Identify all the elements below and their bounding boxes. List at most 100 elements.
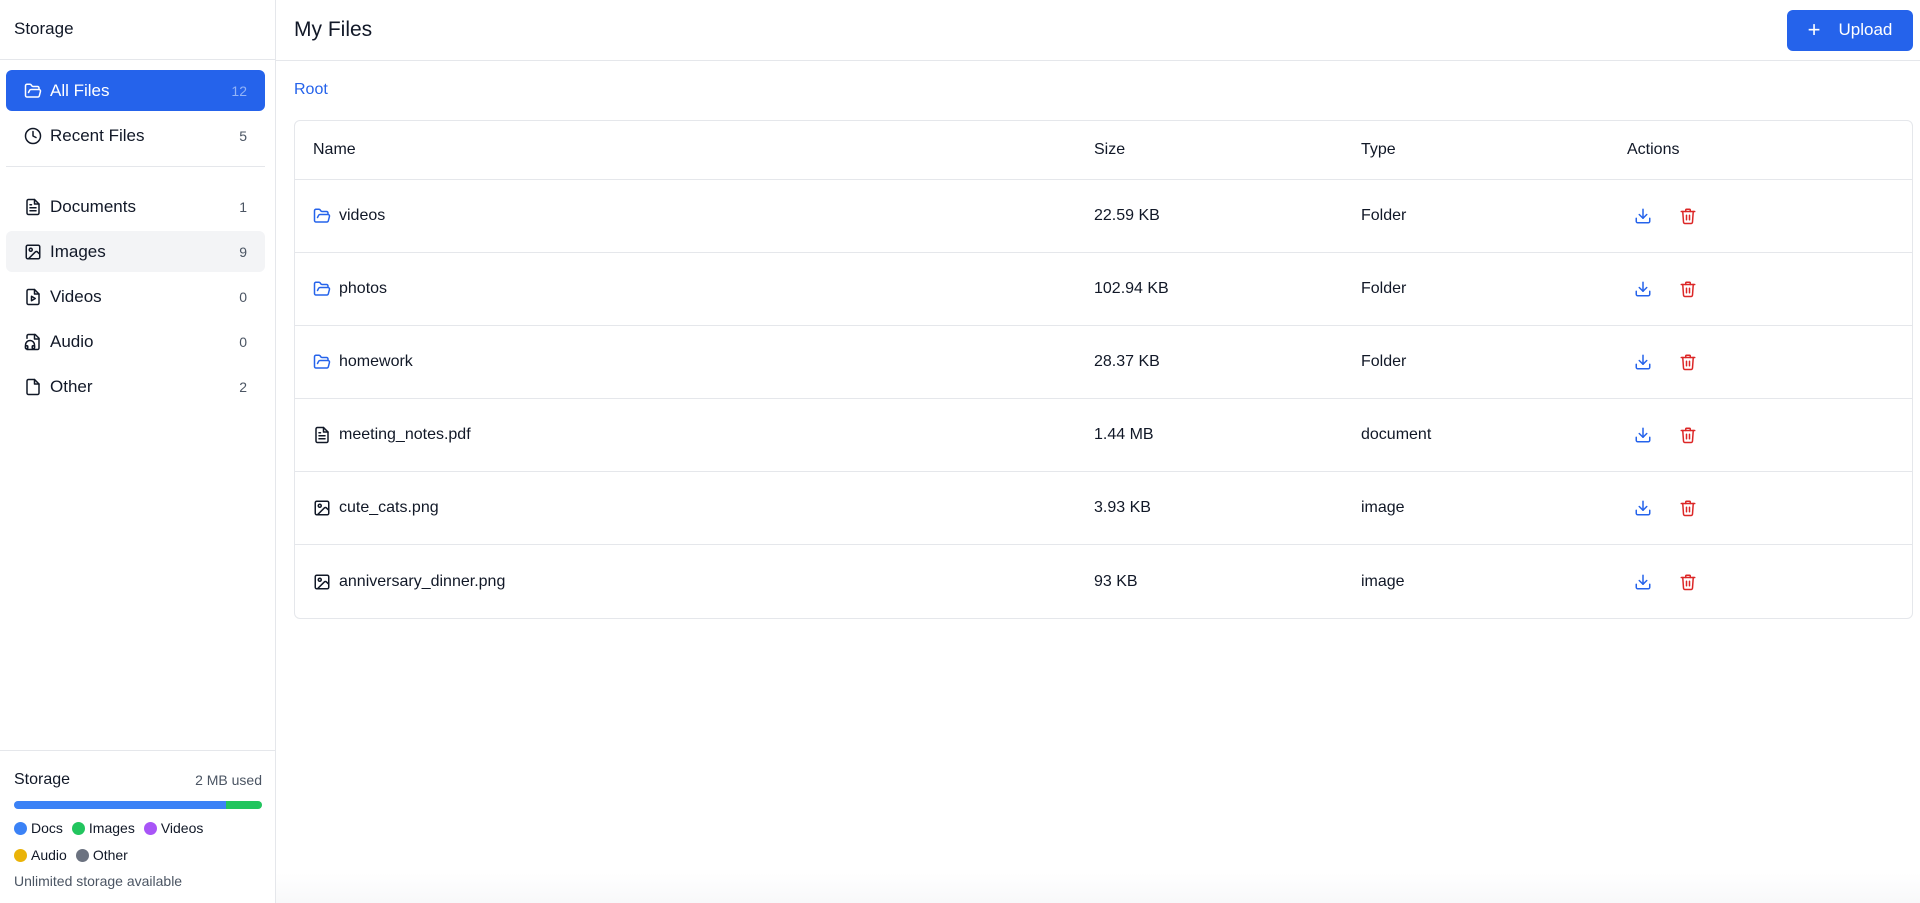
legend-dot (71, 821, 85, 835)
file-type: document (1361, 426, 1432, 443)
folder-icon (313, 353, 331, 371)
row-actions (1627, 497, 1912, 519)
sidebar-item-count: 12 (231, 82, 247, 99)
sidebar-item-recent-files[interactable]: Recent Files 5 (6, 115, 265, 156)
legend-audio: Audio (14, 845, 67, 865)
file-size: 22.59 KB (1094, 207, 1160, 224)
trash-icon[interactable] (1677, 205, 1699, 227)
upload-label: Upload (1838, 20, 1893, 39)
storage-bar-images (226, 801, 262, 809)
trash-icon[interactable] (1677, 351, 1699, 373)
file-name[interactable]: meeting_notes.pdf (339, 426, 471, 444)
row-actions (1627, 205, 1912, 227)
sidebar-item-documents[interactable]: Documents 1 (6, 186, 265, 227)
legend-docs: Docs (14, 818, 63, 838)
file-type: Folder (1361, 280, 1407, 297)
legend-videos: Videos (143, 818, 203, 838)
column-header-actions: Actions (1627, 141, 1680, 158)
storage-legend: Docs Images Videos Audio Other (14, 818, 244, 872)
sidebar-item-other[interactable]: Other 2 (6, 366, 265, 407)
sidebar-item-audio[interactable]: Audio 0 (6, 321, 265, 362)
file-name-cell: videos (295, 207, 1094, 225)
files-table: Name Size Type Actions videos 22.59 KB F… (294, 120, 1913, 619)
file-size: 93 KB (1094, 572, 1138, 590)
file-name[interactable]: anniversary_dinner.png (339, 573, 505, 591)
legend-label: Other (92, 847, 128, 863)
column-header-name: Name (313, 141, 356, 158)
breadcrumb-root-link[interactable]: Root (294, 81, 328, 98)
audio-file-icon (24, 333, 42, 351)
file-name-cell: cute_cats.png (295, 499, 1094, 517)
file-name[interactable]: homework (339, 353, 413, 371)
sidebar-item-count: 5 (239, 127, 247, 144)
main-content: My Files + Upload Root Name Size Type Ac… (276, 0, 1920, 903)
sidebar-nav: All Files 12 Recent Files 5 Documents 1 … (0, 60, 275, 407)
trash-icon[interactable] (1677, 424, 1699, 446)
legend-dot (14, 821, 27, 835)
storage-header: Storage 2 MB used (14, 771, 262, 789)
file-name[interactable]: photos (339, 280, 387, 298)
table-row[interactable]: photos 102.94 KB Folder (295, 253, 1912, 326)
sidebar-item-all-files[interactable]: All Files 12 (6, 70, 265, 111)
sidebar-item-count: 9 (239, 243, 247, 260)
sidebar-divider (6, 166, 265, 167)
file-type: Folder (1361, 353, 1407, 370)
trash-icon[interactable] (1677, 571, 1699, 593)
table-row[interactable]: meeting_notes.pdf 1.44 MB document (295, 399, 1912, 472)
storage-note: Unlimited storage available (14, 873, 183, 889)
folder-icon (313, 280, 331, 298)
row-actions (1627, 424, 1912, 446)
sidebar-item-count: 2 (239, 378, 247, 395)
sidebar: Storage All Files 12 Recent Files 5 Docu… (0, 0, 276, 903)
sidebar-item-label: Audio (50, 331, 94, 351)
file-name-cell: anniversary_dinner.png (295, 573, 1094, 591)
row-actions (1627, 278, 1912, 300)
file-size: 1.44 MB (1094, 426, 1154, 443)
page-title: My Files (294, 18, 373, 41)
breadcrumb: Root (276, 61, 1920, 120)
upload-button[interactable]: + Upload (1787, 9, 1913, 51)
download-icon[interactable] (1632, 278, 1654, 300)
sidebar-item-count: 1 (239, 198, 247, 215)
table-row[interactable]: cute_cats.png 3.93 KB image (295, 472, 1912, 545)
file-name-cell: meeting_notes.pdf (295, 426, 1094, 444)
storage-bar-docs (14, 801, 227, 809)
file-name[interactable]: videos (339, 207, 385, 225)
download-icon[interactable] (1632, 497, 1654, 519)
trash-icon[interactable] (1677, 278, 1699, 300)
file-name[interactable]: cute_cats.png (339, 499, 439, 517)
sidebar-item-label: Images (50, 241, 106, 261)
document-icon (24, 198, 42, 216)
bottom-fade (276, 873, 1920, 903)
image-icon (313, 573, 331, 591)
image-icon (24, 243, 42, 261)
download-icon[interactable] (1632, 205, 1654, 227)
legend-dot (14, 848, 27, 862)
table-row[interactable]: anniversary_dinner.png 93 KB image (295, 545, 1912, 618)
sidebar-item-images[interactable]: Images 9 (6, 231, 265, 272)
table-row[interactable]: homework 28.37 KB Folder (295, 326, 1912, 399)
clock-icon (24, 127, 42, 145)
trash-icon[interactable] (1677, 497, 1699, 519)
legend-label: Images (88, 820, 135, 836)
document-icon (313, 426, 331, 444)
file-name-cell: photos (295, 280, 1094, 298)
file-type: Folder (1361, 207, 1407, 224)
file-size: 28.37 KB (1094, 353, 1160, 370)
download-icon[interactable] (1632, 424, 1654, 446)
file-size: 3.93 KB (1094, 499, 1151, 516)
table-row[interactable]: videos 22.59 KB Folder (295, 180, 1912, 253)
top-bar: My Files + Upload (276, 0, 1920, 61)
download-icon[interactable] (1632, 351, 1654, 373)
sidebar-item-videos[interactable]: Videos 0 (6, 276, 265, 317)
storage-title: Storage (14, 771, 71, 788)
plus-icon: + (1807, 17, 1821, 42)
legend-label: Docs (31, 820, 63, 836)
file-icon (24, 378, 42, 396)
image-icon (313, 499, 331, 517)
file-name-cell: homework (295, 353, 1094, 371)
sidebar-item-label: Recent Files (50, 125, 145, 145)
download-icon[interactable] (1632, 571, 1654, 593)
folder-icon (313, 207, 331, 225)
column-header-size: Size (1094, 141, 1126, 158)
